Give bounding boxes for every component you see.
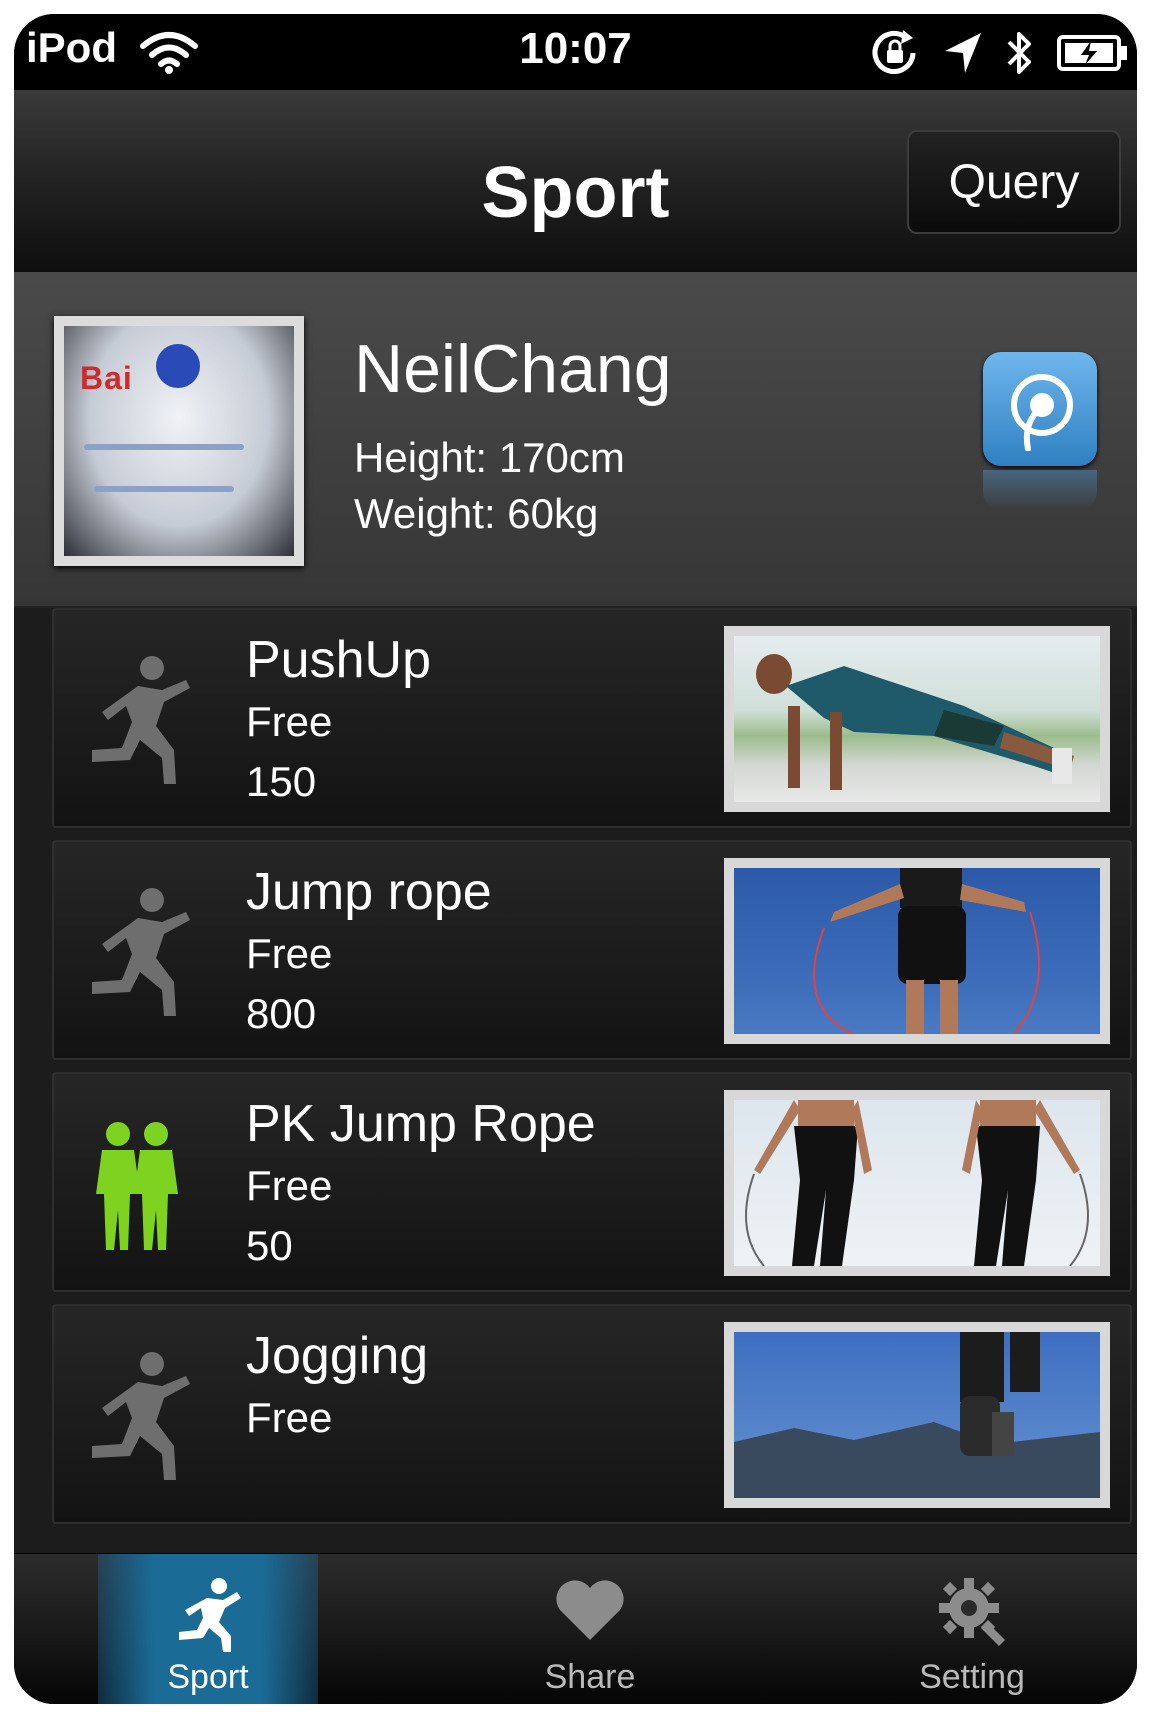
runner-icon bbox=[98, 1576, 318, 1652]
two-persons-icon bbox=[96, 1122, 178, 1250]
baidu-paw-logo bbox=[156, 344, 200, 388]
tab-sport[interactable]: Sport bbox=[98, 1554, 318, 1704]
profile-weight: Weight: 60kg bbox=[354, 490, 599, 537]
sport-count: 50 bbox=[246, 1222, 293, 1269]
sport-count: 150 bbox=[246, 758, 317, 805]
pk-jump-rope-photo bbox=[724, 1090, 1110, 1276]
query-button[interactable]: Query bbox=[907, 130, 1121, 234]
tab-label-share: Share bbox=[544, 1658, 636, 1696]
running-person-icon bbox=[92, 888, 190, 1016]
gear-icon bbox=[862, 1576, 1082, 1646]
sync-button-reflection bbox=[983, 470, 1097, 510]
sport-title: Jump rope bbox=[246, 863, 492, 921]
pushup-photo bbox=[724, 626, 1110, 812]
running-person-icon bbox=[92, 656, 190, 784]
list-item[interactable]: Jogging Free bbox=[52, 1304, 1132, 1524]
list-item[interactable]: PushUp Free 150 bbox=[52, 608, 1132, 828]
profile-header: Bai NeilChang Height: 170cm Weight: 60kg bbox=[14, 272, 1137, 608]
tab-bar: Sport Share Setting bbox=[14, 1553, 1137, 1704]
tab-label-sport: Sport bbox=[167, 1658, 249, 1696]
tab-share[interactable]: Share bbox=[480, 1554, 700, 1704]
avatar-photo: Bai bbox=[64, 326, 294, 556]
list-item[interactable]: Jump rope Free 800 bbox=[52, 840, 1132, 1060]
sync-button[interactable] bbox=[983, 352, 1097, 466]
sport-mode: Free bbox=[246, 1394, 333, 1441]
rotation-lock-icon bbox=[869, 28, 921, 83]
sport-mode: Free bbox=[246, 1162, 333, 1209]
jogging-photo bbox=[724, 1322, 1110, 1508]
profile-name: NeilChang bbox=[354, 331, 672, 407]
avatar-text-line bbox=[84, 444, 244, 450]
sync-icon bbox=[1011, 374, 1073, 451]
sport-title: PushUp bbox=[246, 631, 431, 689]
sport-title: Jogging bbox=[246, 1327, 429, 1385]
avatar-logo-text: Bai bbox=[80, 360, 133, 396]
tab-setting[interactable]: Setting bbox=[862, 1554, 1082, 1704]
sport-count: 800 bbox=[246, 990, 317, 1037]
sport-list[interactable]: PushUp Free 150 Jump rope Free 800 PK Ju… bbox=[14, 608, 1137, 1554]
navigation-bar: Sport Query bbox=[14, 90, 1137, 273]
status-bar: iPod 10:07 bbox=[14, 14, 1137, 90]
battery-charging-icon bbox=[1057, 33, 1129, 78]
bluetooth-icon bbox=[1005, 28, 1035, 83]
profile-height: Height: 170cm bbox=[354, 434, 625, 481]
list-item[interactable]: PK Jump Rope Free 50 bbox=[52, 1072, 1132, 1292]
sport-title: PK Jump Rope bbox=[246, 1095, 596, 1153]
avatar-text-line bbox=[94, 486, 234, 492]
avatar[interactable]: Bai bbox=[54, 316, 304, 566]
heart-icon bbox=[480, 1576, 700, 1642]
tab-label-setting: Setting bbox=[919, 1658, 1025, 1696]
sport-mode: Free bbox=[246, 930, 333, 977]
device-screen: iPod 10:07 Sport Query Bai NeilChang Hei… bbox=[14, 14, 1137, 1704]
jump-rope-photo bbox=[724, 858, 1110, 1044]
sport-mode: Free bbox=[246, 698, 333, 745]
status-icons bbox=[869, 28, 1129, 83]
location-arrow-icon bbox=[943, 31, 983, 80]
running-person-icon bbox=[92, 1352, 190, 1480]
